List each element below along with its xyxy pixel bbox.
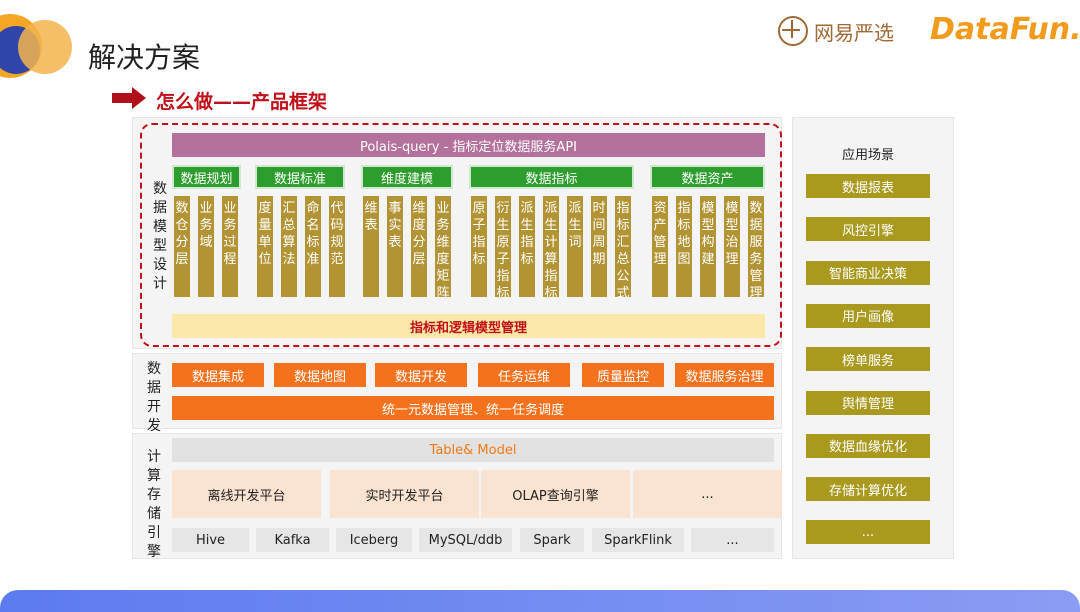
management-bar: 指标和逻辑模型管理 (172, 314, 765, 338)
engine-item: MySQL/ddb (419, 528, 512, 552)
bottom-decoration-bar (0, 590, 1080, 612)
dev-item: 任务运维 (478, 363, 570, 387)
dev-item: 数据地图 (274, 363, 366, 387)
category-3: 数据指标 (469, 165, 634, 189)
scenario-title: 应用场景 (841, 147, 894, 163)
development-side-label: 数据开发 (147, 361, 161, 434)
model-item: 数据服务管理 (748, 196, 764, 301)
logo-circle-yellow (18, 20, 72, 74)
page-subtitle: 怎么做——产品框架 (156, 91, 328, 113)
engine-item: Iceberg (336, 528, 412, 552)
model-item: 派生计算指标 (543, 196, 559, 301)
model-item: 派生指标 (519, 196, 535, 297)
model-item: 业务过程 (222, 196, 238, 297)
model-item: 指标汇总公式 (615, 196, 631, 301)
engine-item: Spark (520, 528, 584, 552)
platform-item: 实时开发平台 (330, 470, 479, 518)
model-item: 衍生原子指标 (495, 196, 511, 301)
scenario-item: 风控引擎 (806, 217, 930, 242)
scenario-item: ... (806, 520, 930, 545)
model-item: 业务维度矩阵 (435, 196, 451, 301)
yanxuan-logo-text: 网易严选 (814, 20, 894, 45)
scenario-item: 用户画像 (806, 303, 930, 328)
dev-item: 数据服务治理 (675, 363, 774, 387)
model-item: 度量单位 (257, 196, 273, 297)
scenario-item: 数据血缘优化 (806, 433, 930, 458)
scenario-item: 数据报表 (806, 174, 930, 198)
engine-item: Hive (172, 528, 249, 552)
page-title: 解决方案 (88, 41, 201, 74)
model-item: 时间周期 (591, 196, 607, 297)
compute-side-label: 计算存储引擎 (147, 449, 161, 560)
dev-item: 数据集成 (172, 363, 264, 387)
datafun-logo: DataFun. (930, 12, 1080, 47)
model-item: 模型构建 (700, 196, 716, 297)
category-0: 数据规划 (172, 165, 241, 189)
model-item: 资产管理 (652, 196, 668, 297)
model-item: 维表 (363, 196, 379, 297)
category-4: 数据资产 (650, 165, 765, 189)
arrow-right-icon (112, 87, 146, 109)
scenario-item: 舆情管理 (806, 390, 930, 415)
api-bar: Polais-query - 指标定位数据服务API (172, 133, 765, 157)
dev-item: 数据开发 (375, 363, 467, 387)
platform-item: ... (633, 470, 782, 518)
platform-item: OLAP查询引擎 (481, 470, 630, 518)
model-item: 模型治理 (724, 196, 740, 297)
model-item: 派生词 (567, 196, 583, 297)
model-item: 命名标准 (305, 196, 321, 297)
model-item: 事实表 (387, 196, 403, 297)
model-item: 业务域 (198, 196, 214, 297)
engine-item: ... (691, 528, 774, 552)
category-1: 数据标准 (255, 165, 345, 189)
platform-item: 离线开发平台 (172, 470, 321, 518)
model-bar: Table& Model (172, 438, 774, 462)
model-item: 汇总算法 (281, 196, 297, 297)
model-item: 数仓分层 (174, 196, 190, 297)
model-item: 维度分层 (411, 196, 427, 297)
scenario-item: 榜单服务 (806, 347, 930, 372)
engine-item: Kafka (256, 528, 329, 552)
unified-bar: 统一元数据管理、统一任务调度 (172, 396, 774, 420)
model-item: 代码规范 (329, 196, 345, 297)
model-item: 原子指标 (471, 196, 487, 297)
category-2: 维度建模 (361, 165, 453, 189)
yanxuan-logo: 网易严选 (778, 16, 894, 46)
yanxuan-grid-icon (778, 16, 808, 46)
modeling-side-label: 数据模型设计 (153, 181, 167, 292)
dev-item: 质量监控 (582, 363, 664, 387)
scenario-item: 智能商业决策 (806, 260, 930, 285)
model-item: 指标地图 (676, 196, 692, 297)
scenario-item: 存储计算优化 (806, 477, 930, 502)
engine-item: SparkFlink (592, 528, 684, 552)
